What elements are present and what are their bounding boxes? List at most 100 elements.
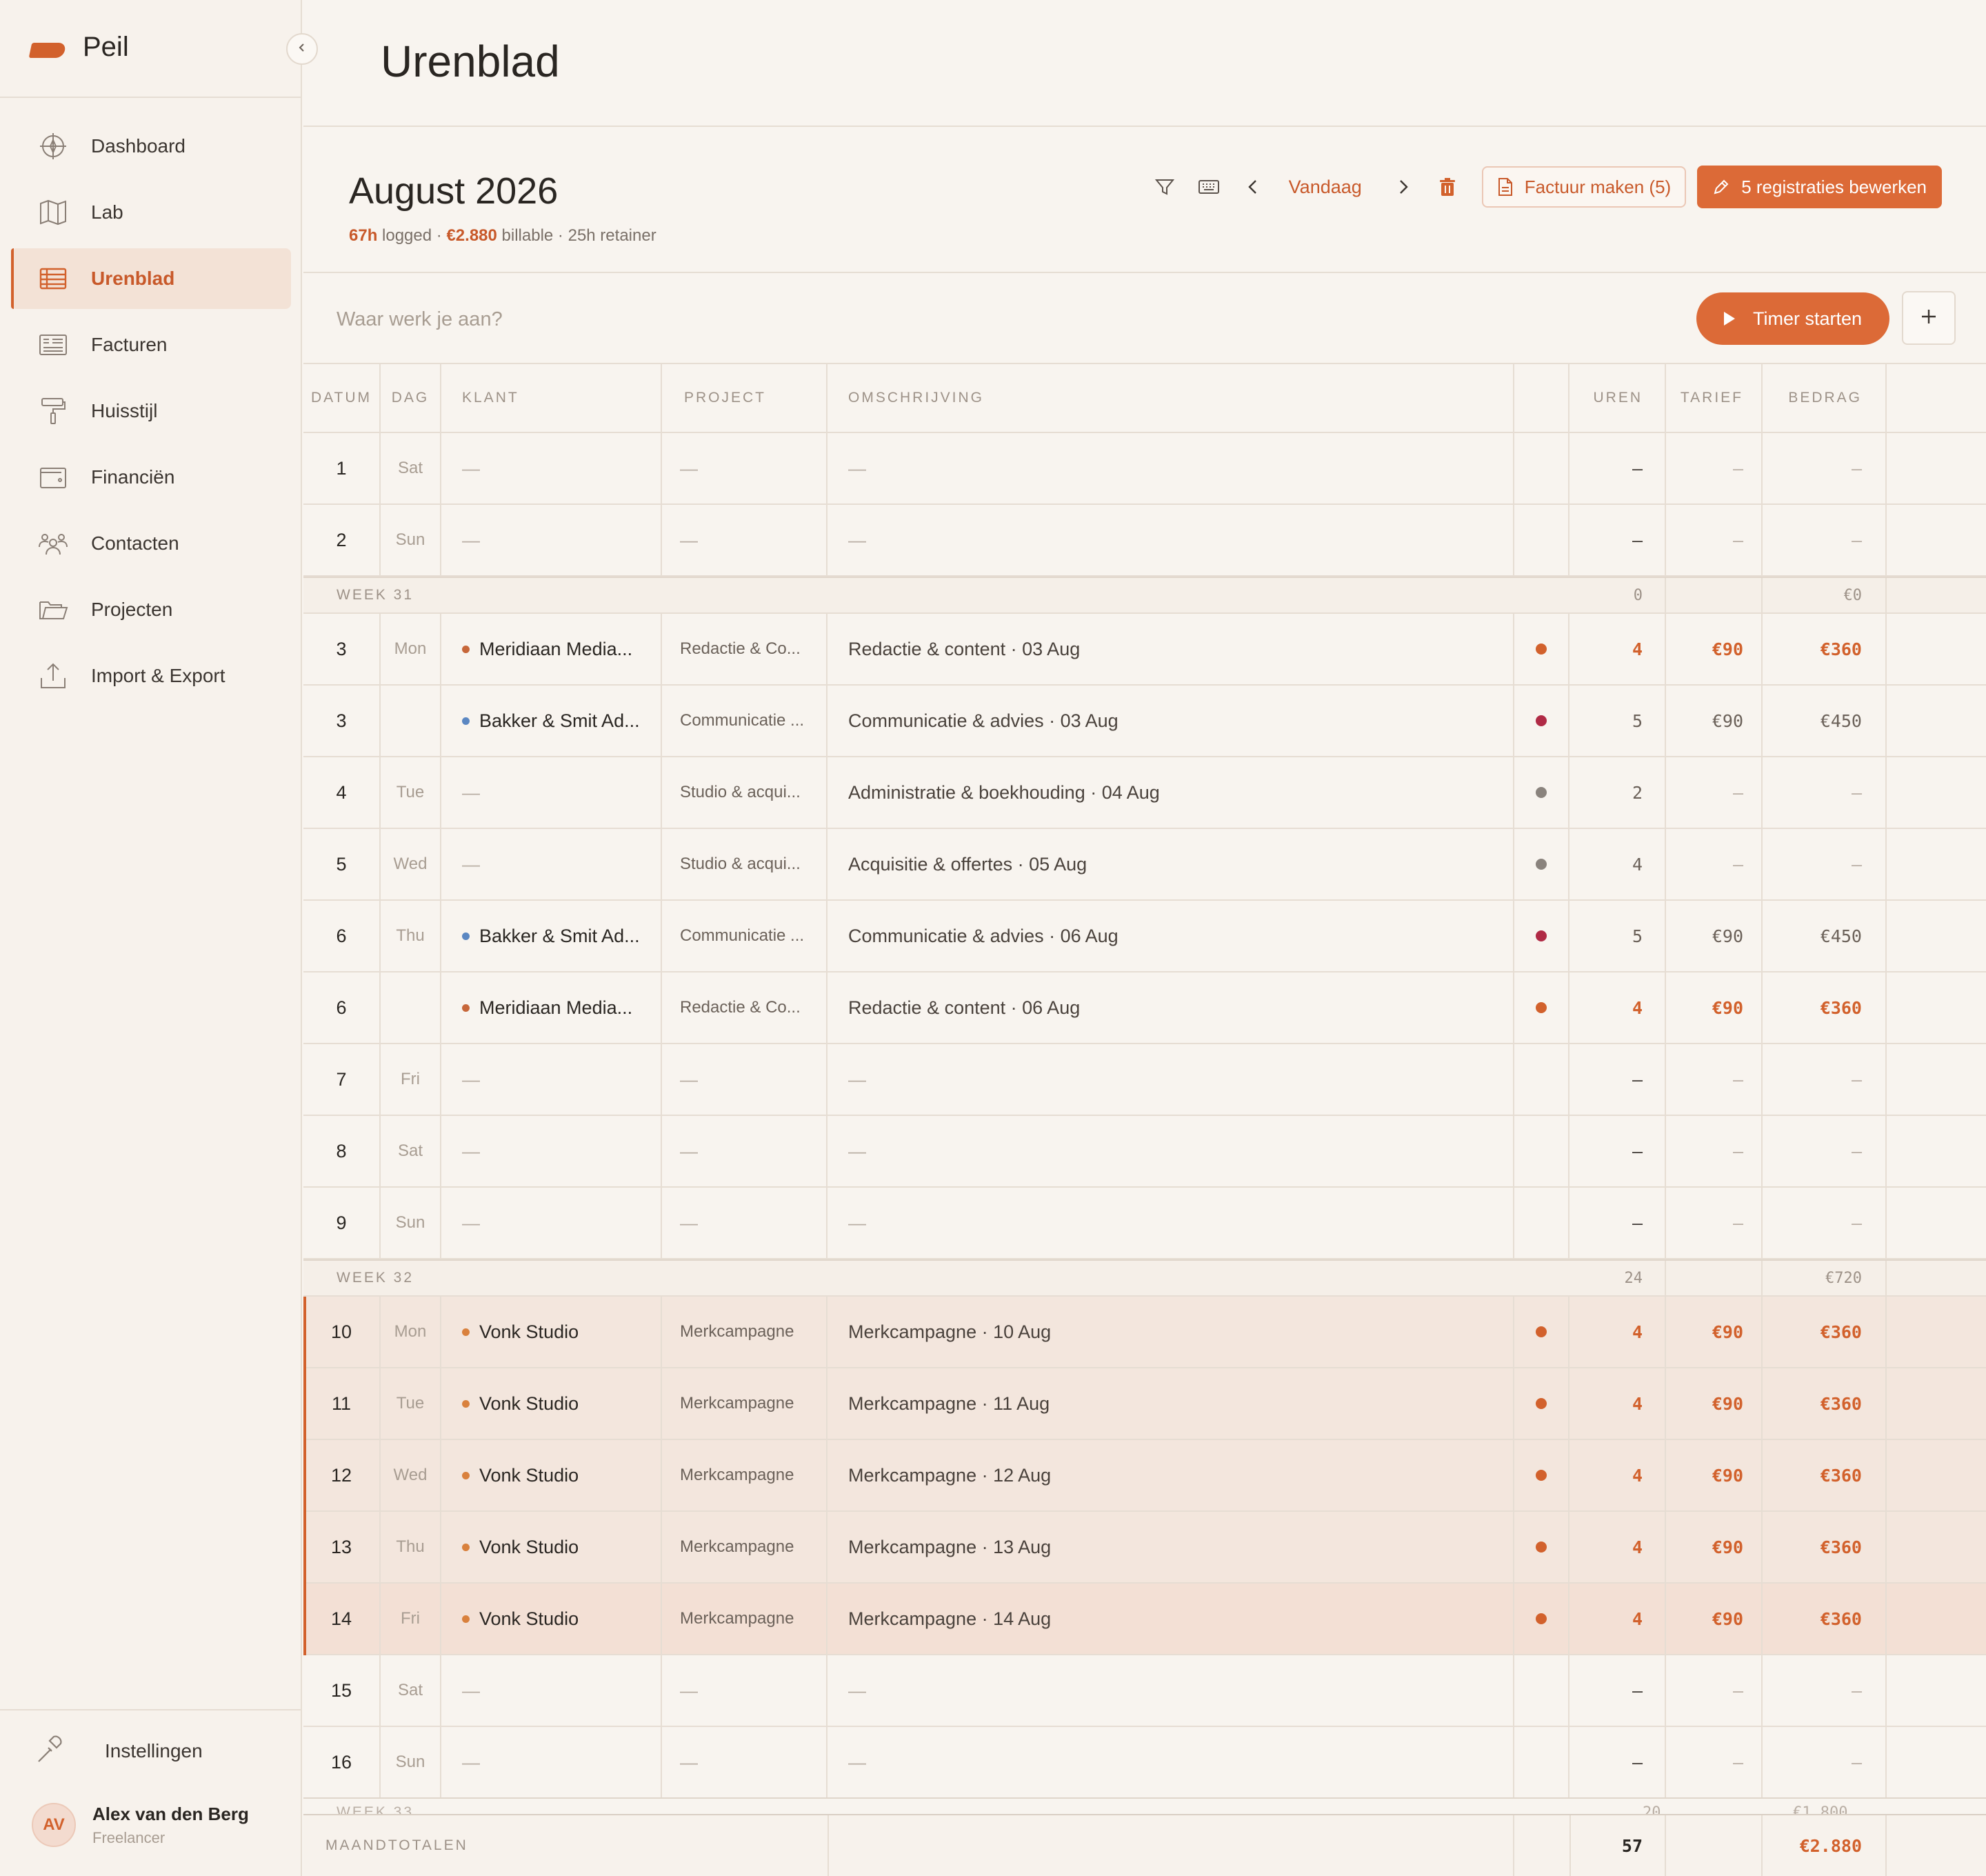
header-tarief[interactable]: TARIEF: [1666, 364, 1763, 432]
client-color-dot: [462, 932, 470, 940]
table-row[interactable]: 7 Fri — — — – – –: [303, 1044, 1986, 1116]
cell-status: [1514, 1440, 1569, 1510]
sidebar-item-label: Import & Export: [91, 665, 225, 686]
table-row[interactable]: 6 Meridiaan Media... Redactie & Co... Re…: [303, 972, 1986, 1044]
separator: ·: [436, 226, 442, 245]
table-row[interactable]: 2 Sun — — — – – –: [303, 505, 1986, 577]
sidebar-item-dashboard[interactable]: Dashboard: [11, 116, 291, 177]
cell-client[interactable]: Meridiaan Media...: [441, 614, 662, 684]
sidebar-item-facturen[interactable]: Facturen: [11, 315, 291, 375]
header-datum[interactable]: DATUM: [303, 364, 381, 432]
start-timer-label: Timer starten: [1752, 308, 1863, 329]
client-name: Meridiaan Media...: [479, 638, 633, 659]
table-row[interactable]: 1 Sat — — — – – –: [303, 433, 1986, 505]
cell-client[interactable]: Vonk Studio: [441, 1512, 662, 1582]
table-row-selected[interactable]: 12 Wed Vonk Studio Merkcampagne Merkcamp…: [303, 1440, 1986, 1512]
week-rate-spacer: [1666, 1261, 1763, 1295]
cell-amount: –: [1763, 1655, 1887, 1726]
cell-date: 10: [303, 1297, 381, 1367]
app-name: Peil: [83, 32, 129, 62]
sidebar-item-lab[interactable]: Lab: [11, 182, 291, 243]
filter-icon[interactable]: [1150, 172, 1180, 202]
sidebar-item-contacten[interactable]: Contacten: [11, 513, 291, 574]
table-row[interactable]: 16 Sun — — — – – –: [303, 1727, 1986, 1799]
cell-day: Sun: [381, 1727, 441, 1797]
header-klant[interactable]: KLANT: [441, 364, 662, 432]
header-dag[interactable]: DAG: [381, 364, 441, 432]
cell-client[interactable]: Vonk Studio: [441, 1368, 662, 1439]
cell-project: Communicatie ...: [662, 901, 828, 971]
add-entry-button[interactable]: [1902, 291, 1956, 345]
cell-description: Merkcampagne · 13 Aug: [828, 1512, 1514, 1582]
cell-project: —: [662, 505, 828, 575]
sidebar-item-import-export[interactable]: Import & Export: [11, 646, 291, 706]
client-color-dot: [462, 1471, 470, 1479]
trash-icon[interactable]: [1432, 172, 1463, 202]
cell-date: 13: [303, 1512, 381, 1582]
cell-actions: [1887, 1188, 1986, 1258]
settings-link[interactable]: Instellingen: [33, 1731, 203, 1770]
cell-description: —: [828, 1116, 1514, 1186]
sidebar-item-huisstijl[interactable]: Huisstijl: [11, 381, 291, 441]
header-omschrijving[interactable]: OMSCHRIJVING: [828, 364, 1514, 432]
keyboard-icon[interactable]: [1194, 172, 1224, 202]
cell-day: Fri: [381, 1584, 441, 1654]
sidebar-item-financien[interactable]: Financiën: [11, 447, 291, 508]
cell-status: [1514, 1512, 1569, 1582]
cell-rate: –: [1666, 433, 1763, 503]
cell-client[interactable]: Vonk Studio: [441, 1297, 662, 1367]
table-row-selected[interactable]: 10 Mon Vonk Studio Merkcampagne Merkcamp…: [303, 1297, 1986, 1368]
create-invoice-button[interactable]: Factuur maken (5): [1481, 166, 1687, 208]
cell-client[interactable]: Bakker & Smit Ad...: [441, 901, 662, 971]
header-project[interactable]: PROJECT: [662, 364, 828, 432]
cell-actions: [1887, 757, 1986, 828]
sidebar-item-projecten[interactable]: Projecten: [11, 579, 291, 640]
header-bedrag[interactable]: BEDRAG: [1763, 364, 1887, 432]
today-button[interactable]: Vandaag: [1289, 177, 1362, 198]
cell-day: Mon: [381, 614, 441, 684]
table-row[interactable]: 8 Sat — — — – – –: [303, 1116, 1986, 1188]
table-row[interactable]: 5 Wed — Studio & acqui... Acquisitie & o…: [303, 829, 1986, 901]
week-summary-row: WEEK 32 24 €720: [303, 1259, 1986, 1297]
cell-description: Merkcampagne · 11 Aug: [828, 1368, 1514, 1439]
cell-day: Wed: [381, 1440, 441, 1510]
cell-status: [1514, 1297, 1569, 1367]
cell-client[interactable]: Bakker & Smit Ad...: [441, 686, 662, 756]
cell-hours: 4: [1569, 1512, 1666, 1582]
table-row[interactable]: 9 Sun — — — – – –: [303, 1188, 1986, 1259]
cell-client: —: [441, 1188, 662, 1258]
task-description-input[interactable]: [337, 295, 1647, 343]
table-row-selected[interactable]: 11 Tue Vonk Studio Merkcampagne Merkcamp…: [303, 1368, 1986, 1440]
user-profile[interactable]: AV Alex van den Berg Freelancer: [32, 1803, 249, 1847]
table-row[interactable]: 6 Thu Bakker & Smit Ad... Communicatie .…: [303, 901, 1986, 972]
chevron-left-icon[interactable]: [1238, 172, 1268, 202]
cell-status: [1514, 1655, 1569, 1726]
cell-client: —: [441, 829, 662, 899]
cell-hours: –: [1569, 1655, 1666, 1726]
table-row[interactable]: 3 Mon Meridiaan Media... Redactie & Co..…: [303, 614, 1986, 686]
start-timer-button[interactable]: Timer starten: [1696, 292, 1889, 345]
table-row[interactable]: 15 Sat — — — – – –: [303, 1655, 1986, 1727]
client-name: Bakker & Smit Ad...: [479, 925, 640, 946]
status-dot: [1536, 643, 1547, 655]
brand: Peil: [0, 0, 302, 98]
cell-description: Merkcampagne · 12 Aug: [828, 1440, 1514, 1510]
cell-client[interactable]: Meridiaan Media...: [441, 972, 662, 1043]
table-row-selected[interactable]: 14 Fri Vonk Studio Merkcampagne Merkcamp…: [303, 1584, 1986, 1655]
edit-entries-button[interactable]: 5 registraties bewerken: [1697, 166, 1942, 208]
page-header: Urenblad: [303, 0, 1986, 127]
cell-client[interactable]: Vonk Studio: [441, 1584, 662, 1654]
table-row[interactable]: 4 Tue — Studio & acqui... Administratie …: [303, 757, 1986, 829]
cell-date: 11: [303, 1368, 381, 1439]
sidebar-collapse-button[interactable]: [286, 33, 318, 65]
sidebar-item-urenblad[interactable]: Urenblad: [11, 248, 291, 309]
table-row[interactable]: 3 Bakker & Smit Ad... Communicatie ... C…: [303, 686, 1986, 757]
cell-rate: –: [1666, 1188, 1763, 1258]
chevron-right-icon[interactable]: [1388, 172, 1418, 202]
cell-client[interactable]: Vonk Studio: [441, 1440, 662, 1510]
header-uren[interactable]: UREN: [1569, 364, 1666, 432]
cell-project: —: [662, 1655, 828, 1726]
week-rate-spacer: [1666, 578, 1763, 612]
week-label: WEEK 31: [337, 587, 414, 603]
table-row-selected[interactable]: 13 Thu Vonk Studio Merkcampagne Merkcamp…: [303, 1512, 1986, 1584]
